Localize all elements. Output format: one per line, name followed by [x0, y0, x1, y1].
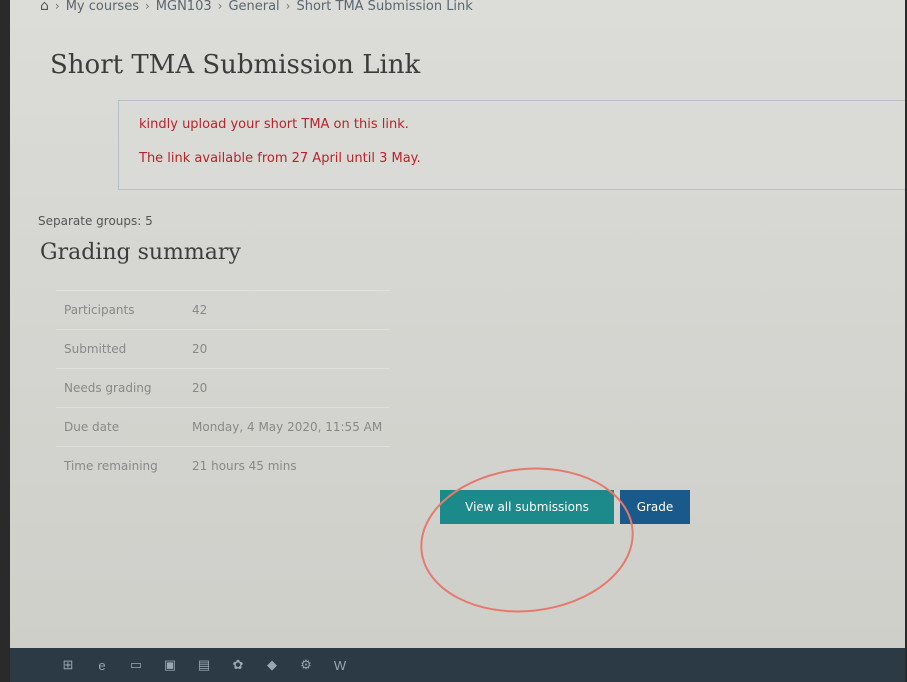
view-all-submissions-button[interactable]: View all submissions [440, 490, 614, 524]
taskbar: ⊞ e ▭ ▣ ▤ ✿ ◆ ⚙ W [10, 648, 905, 682]
browser-viewport: ⌂ › My courses › MGN103 › General › Shor… [10, 0, 905, 648]
grading-summary-table: Participants 42 Submitted 20 Needs gradi… [56, 290, 391, 486]
breadcrumb-separator: › [285, 0, 291, 13]
submission-actions: View all submissions Grade [440, 490, 690, 524]
task-view-icon[interactable]: ▭ [128, 657, 144, 673]
table-row: Participants 42 [56, 290, 391, 330]
intro-line-availability: The link available from 27 April until 3… [139, 151, 421, 166]
breadcrumb-separator: › [217, 0, 223, 13]
page-title: Short TMA Submission Link [50, 50, 421, 80]
intro-line-upload: kindly upload your short TMA on this lin… [139, 117, 409, 132]
settings-icon[interactable]: ⚙ [298, 657, 314, 673]
store-icon[interactable]: ▣ [162, 657, 178, 673]
due-date-value: Monday, 4 May 2020, 11:55 AM [192, 420, 383, 434]
breadcrumb-item-section[interactable]: General [228, 0, 279, 14]
word-icon[interactable]: W [332, 657, 348, 673]
grade-button[interactable]: Grade [620, 490, 690, 524]
files-icon[interactable]: ▤ [196, 657, 212, 673]
needs-grading-label: Needs grading [64, 381, 152, 395]
breadcrumb-separator: › [144, 0, 150, 13]
breadcrumb: ⌂ › My courses › MGN103 › General › Shor… [40, 0, 840, 18]
app-icon[interactable]: ◆ [264, 657, 280, 673]
assignment-intro: kindly upload your short TMA on this lin… [118, 100, 905, 190]
table-row: Due date Monday, 4 May 2020, 11:55 AM [56, 407, 391, 447]
windows-icon[interactable]: ⊞ [60, 657, 76, 673]
separate-groups-label[interactable]: Separate groups: 5 [38, 214, 153, 228]
grading-summary-heading: Grading summary [40, 240, 241, 265]
participants-value: 42 [192, 303, 208, 317]
photos-icon[interactable]: ✿ [230, 657, 246, 673]
course-home-icon[interactable]: ⌂ [40, 0, 49, 14]
edge-icon[interactable]: e [94, 657, 110, 673]
breadcrumb-item-course[interactable]: MGN103 [156, 0, 212, 14]
participants-label: Participants [64, 303, 135, 317]
time-remaining-value: 21 hours 45 mins [192, 459, 297, 473]
breadcrumb-separator: › [54, 0, 60, 13]
due-date-label: Due date [64, 420, 120, 434]
needs-grading-value: 20 [192, 381, 208, 395]
submitted-label: Submitted [64, 342, 127, 356]
breadcrumb-item-current: Short TMA Submission Link [296, 0, 473, 14]
annotation-circle [413, 457, 641, 623]
time-remaining-label: Time remaining [64, 459, 158, 473]
table-row: Needs grading 20 [56, 368, 391, 408]
table-row: Submitted 20 [56, 329, 391, 369]
submitted-value: 20 [192, 342, 208, 356]
breadcrumb-item-my-courses[interactable]: My courses [66, 0, 139, 14]
table-row: Time remaining 21 hours 45 mins [56, 446, 391, 486]
